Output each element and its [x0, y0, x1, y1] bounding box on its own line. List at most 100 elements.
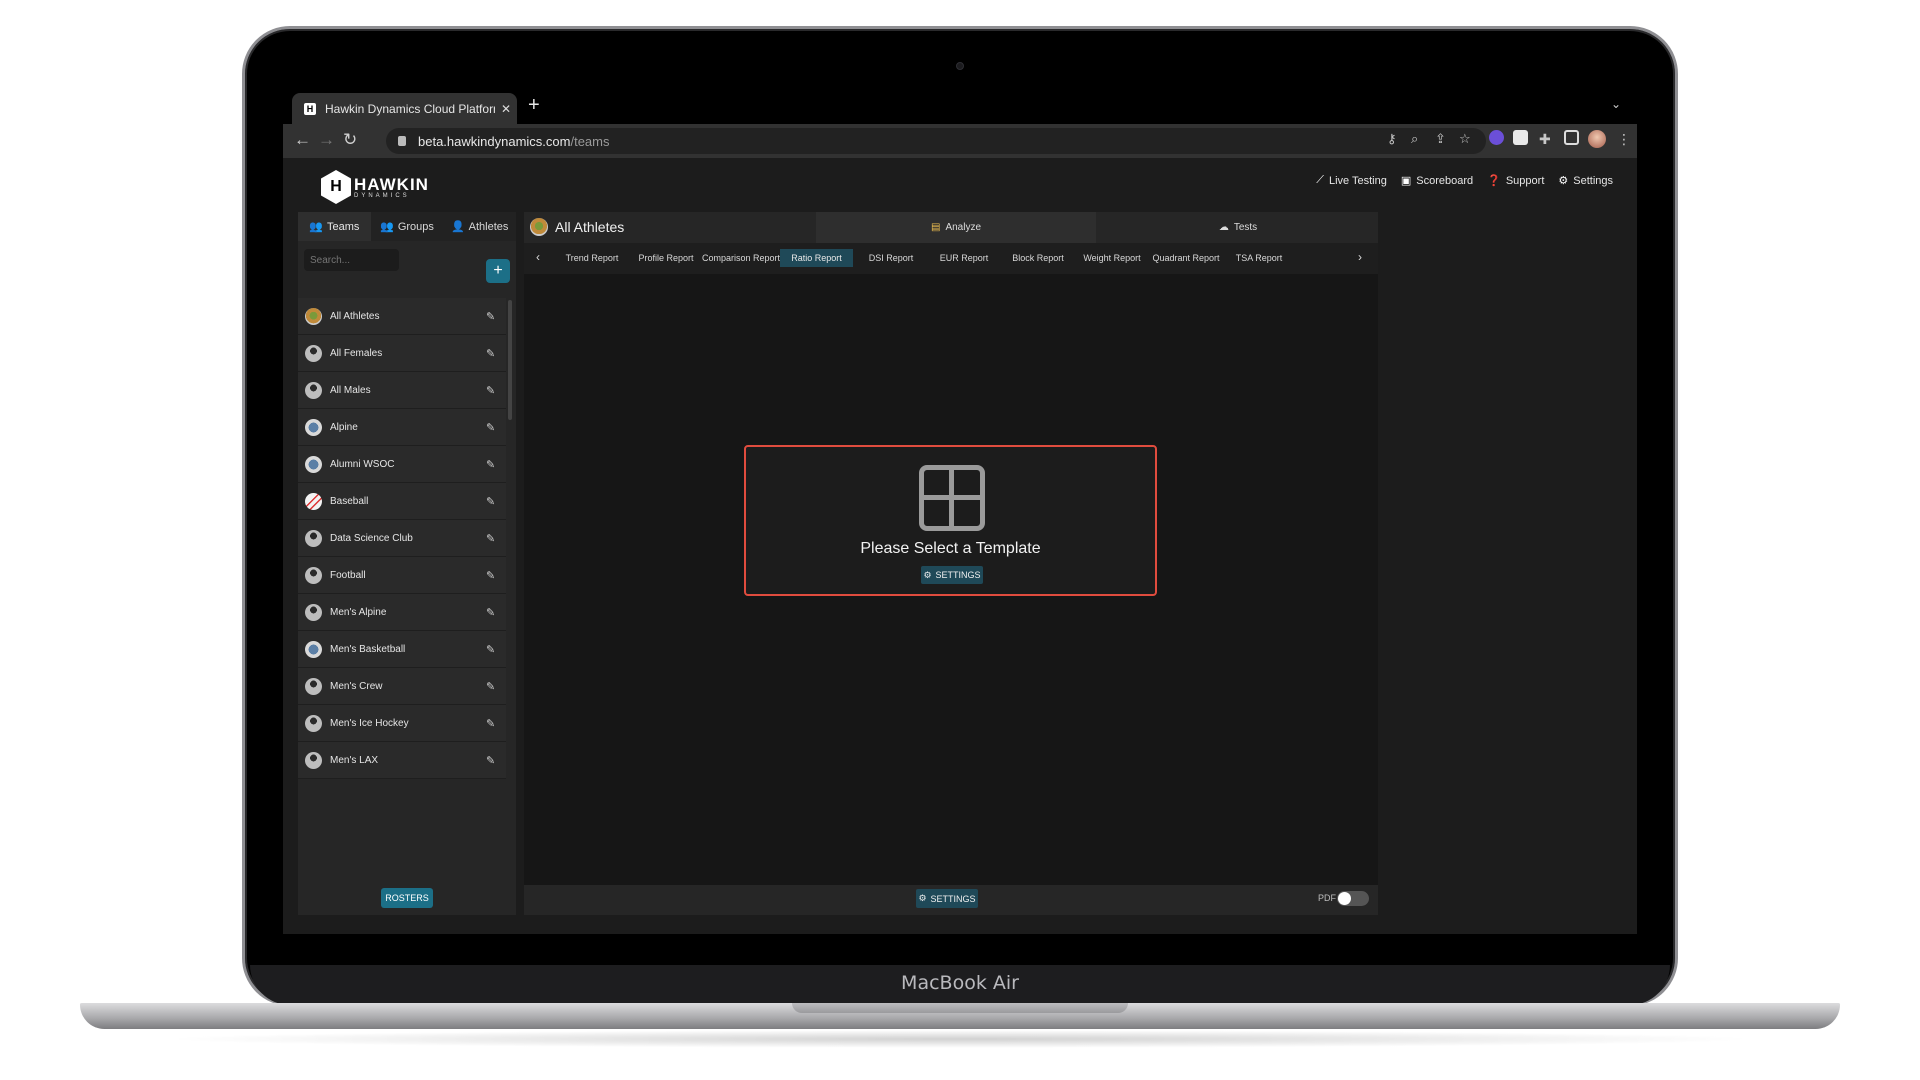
list-item[interactable]: Men's Basketball ✎ — [298, 631, 506, 668]
team-logo-icon — [530, 218, 548, 236]
team-name: All Females — [330, 347, 383, 359]
tab-label: Teams — [326, 220, 360, 233]
footer-settings-button[interactable]: ⚙ SETTINGS — [916, 889, 978, 908]
more-menu-icon[interactable]: ⋮ — [1617, 131, 1631, 148]
pencil-icon[interactable]: ✎ — [486, 532, 506, 545]
hawkin-logo[interactable]: H HAWKIN DYNAMICS — [321, 170, 429, 204]
report-tab-eur[interactable]: EUR Report — [929, 249, 999, 267]
list-item[interactable]: All Athletes ✎ — [298, 298, 506, 335]
report-tab-trend[interactable]: Trend Report — [557, 249, 627, 267]
pencil-icon[interactable]: ✎ — [486, 717, 506, 730]
mode-label: Tests — [1233, 222, 1258, 233]
tab-athletes[interactable]: 👤 Athletes — [443, 212, 516, 241]
add-team-button[interactable]: + — [486, 259, 510, 283]
pencil-icon[interactable]: ✎ — [486, 384, 506, 397]
team-logo-icon — [305, 640, 322, 658]
list-item[interactable]: Men's Ice Hockey ✎ — [298, 705, 506, 742]
person-icon — [305, 529, 322, 547]
pencil-icon[interactable]: ✎ — [486, 606, 506, 619]
tab-teams[interactable]: 👥 Teams — [298, 212, 371, 241]
zoom-icon[interactable]: ⌕ — [1411, 131, 1418, 147]
lock-icon — [398, 136, 406, 146]
person-icon — [305, 714, 322, 732]
reload-icon[interactable]: ↻ — [343, 130, 357, 150]
address-bar[interactable]: beta.hawkindynamics.com/teams — [386, 128, 1486, 154]
browser-tab[interactable]: H Hawkin Dynamics Cloud Platform ✕ — [292, 93, 517, 124]
report-tab-weight[interactable]: Weight Report — [1077, 249, 1147, 267]
camera — [956, 62, 964, 70]
report-tab-comparison[interactable]: Comparison Report — [702, 249, 780, 267]
team-name: Baseball — [330, 495, 369, 507]
share-icon[interactable]: ⇪ — [1435, 131, 1446, 147]
gear-icon: ⚙ — [1558, 175, 1569, 187]
template-settings-button[interactable]: ⚙ SETTINGS — [921, 566, 983, 584]
forward-arrow-icon[interactable]: → — [318, 130, 335, 150]
back-arrow-icon[interactable]: ← — [294, 130, 311, 150]
tab-title: Hawkin Dynamics Cloud Platform — [325, 101, 495, 116]
tab-groups[interactable]: 👥 Groups — [371, 212, 444, 241]
list-item[interactable]: All Males ✎ — [298, 372, 506, 409]
report-tab-quadrant[interactable]: Quadrant Report — [1150, 249, 1222, 267]
report-tab-dsi[interactable]: DSI Report — [856, 249, 926, 267]
toggle-knob — [1338, 892, 1351, 905]
list-item[interactable]: Men's LAX ✎ — [298, 742, 506, 779]
list-item[interactable]: Alpine ✎ — [298, 409, 506, 446]
person-icon — [305, 381, 322, 399]
report-tab-ratio[interactable]: Ratio Report — [780, 249, 853, 267]
topnav-label: Scoreboard — [1416, 174, 1474, 187]
template-prompt: Please Select a Template — [860, 540, 1041, 557]
list-scrollbar[interactable] — [508, 300, 512, 420]
extensions-puzzle-icon[interactable]: ✚ — [1539, 131, 1551, 148]
topnav-settings[interactable]: ⚙ Settings — [1558, 174, 1613, 188]
main-header: All Athletes ▤ Analyze ☁ Tests ‹ Trend R… — [524, 212, 1378, 274]
list-item[interactable]: Data Science Club ✎ — [298, 520, 506, 557]
pencil-icon[interactable]: ✎ — [486, 310, 506, 323]
pdf-toggle[interactable] — [1337, 891, 1369, 906]
pencil-icon[interactable]: ✎ — [486, 754, 506, 767]
pencil-icon[interactable]: ✎ — [486, 458, 506, 471]
pencil-icon[interactable]: ✎ — [486, 569, 506, 582]
list-item[interactable]: Men's Crew ✎ — [298, 668, 506, 705]
team-name: Football — [330, 569, 366, 581]
team-name: All Males — [330, 384, 371, 396]
list-item[interactable]: Football ✎ — [298, 557, 506, 594]
person-icon — [305, 603, 322, 621]
close-tab-icon[interactable]: ✕ — [501, 102, 511, 116]
search-input[interactable] — [304, 249, 399, 271]
topnav-scoreboard[interactable]: ▣ Scoreboard — [1400, 174, 1474, 188]
scoreboard-icon: ▣ — [1400, 175, 1412, 187]
bookmark-star-icon[interactable]: ☆ — [1459, 131, 1471, 147]
pencil-icon[interactable]: ✎ — [486, 347, 506, 360]
topnav-live-testing[interactable]: ⟋ Live Testing — [1316, 174, 1387, 187]
list-item[interactable]: All Females ✎ — [298, 335, 506, 372]
tab-tests[interactable]: ☁ Tests — [1098, 212, 1378, 243]
list-item[interactable]: Alumni WSOC ✎ — [298, 446, 506, 483]
report-tab-profile[interactable]: Profile Report — [631, 249, 701, 267]
extension-purple-icon[interactable] — [1489, 130, 1504, 145]
pencil-icon[interactable]: ✎ — [486, 495, 506, 508]
chevron-right-icon[interactable]: › — [1358, 250, 1362, 264]
url-host: beta.hawkindynamics.com — [418, 133, 571, 149]
tab-analyze[interactable]: ▤ Analyze — [816, 212, 1096, 243]
key-icon[interactable]: ⚷ — [1387, 131, 1397, 147]
pencil-icon[interactable]: ✎ — [486, 680, 506, 693]
pencil-icon[interactable]: ✎ — [486, 421, 506, 434]
list-item[interactable]: Baseball ✎ — [298, 483, 506, 520]
report-tab-block[interactable]: Block Report — [1003, 249, 1073, 267]
topnav-support[interactable]: ❓ Support — [1487, 174, 1544, 188]
report-tab-tsa[interactable]: TSA Report — [1224, 249, 1294, 267]
person-icon — [305, 344, 322, 362]
tab-search-chevron-icon[interactable]: ⌄ — [1611, 97, 1621, 111]
chevron-left-icon[interactable]: ‹ — [536, 250, 540, 264]
side-panel-icon[interactable] — [1564, 130, 1579, 145]
button-label: SETTINGS — [930, 893, 976, 904]
device-brand-label: MacBook Air — [901, 972, 1019, 994]
new-tab-icon[interactable]: + — [528, 94, 540, 117]
rosters-button[interactable]: ROSTERS — [381, 888, 433, 908]
team-logo-icon — [305, 455, 322, 473]
laptop-notch — [792, 1003, 1128, 1013]
pencil-icon[interactable]: ✎ — [486, 643, 506, 656]
profile-avatar[interactable] — [1588, 130, 1606, 148]
extension-mail-icon[interactable] — [1513, 130, 1528, 145]
list-item[interactable]: Men's Alpine ✎ — [298, 594, 506, 631]
